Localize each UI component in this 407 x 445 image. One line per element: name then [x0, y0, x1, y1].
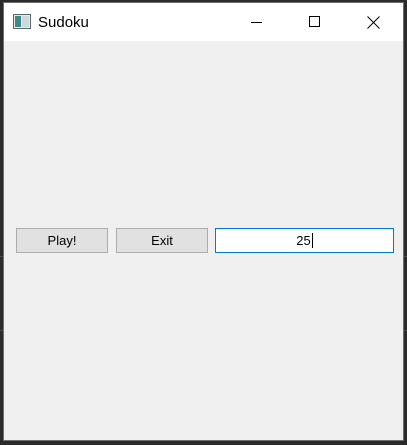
close-icon [366, 15, 380, 29]
exit-button-label: Exit [151, 233, 173, 248]
title-bar[interactable]: Sudoku [4, 3, 403, 41]
number-input-value: 25 [296, 233, 311, 248]
play-button[interactable]: Play! [16, 228, 108, 253]
app-window-icon [13, 14, 31, 29]
number-input[interactable]: 25 [215, 228, 394, 253]
play-button-label: Play! [47, 233, 77, 248]
maximize-button[interactable] [292, 3, 338, 41]
minimize-button[interactable] [234, 3, 280, 41]
exit-button[interactable]: Exit [116, 228, 208, 253]
window-title: Sudoku [38, 14, 89, 31]
text-caret [311, 233, 313, 248]
maximize-icon [309, 16, 320, 27]
close-button[interactable] [350, 3, 396, 41]
sudoku-window: Sudoku Play! Exit 25 [3, 2, 404, 441]
minimize-icon [251, 22, 262, 23]
